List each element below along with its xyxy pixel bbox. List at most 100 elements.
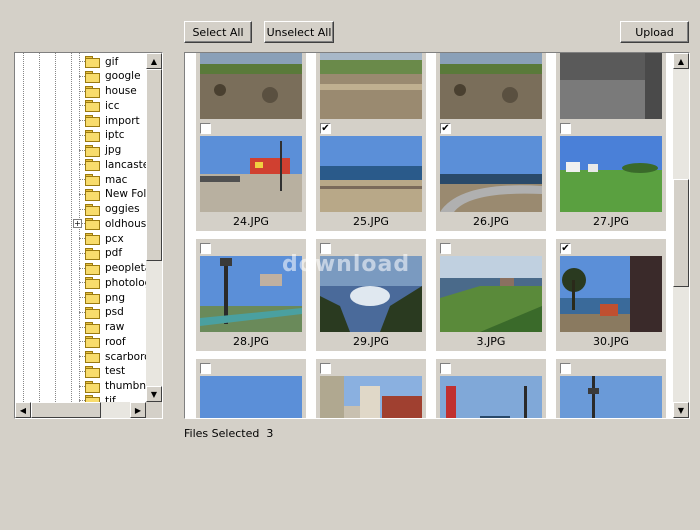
select-checkbox[interactable]: [200, 243, 211, 254]
upload-button[interactable]: Upload: [620, 21, 689, 43]
select-checkbox[interactable]: [560, 363, 571, 374]
select-checkbox[interactable]: [200, 363, 211, 374]
photo-thumbnail[interactable]: [320, 376, 422, 418]
folder-icon: [85, 247, 100, 260]
tree-folder-item[interactable]: thumbnai: [79, 379, 146, 394]
photo-thumbnail[interactable]: [440, 136, 542, 212]
tree-folder-item[interactable]: psd: [79, 305, 124, 320]
tree-scroll-left-button[interactable]: ◀: [15, 402, 31, 418]
select-checkbox[interactable]: [200, 123, 211, 134]
file-name-label: 25.JPG: [353, 215, 389, 228]
tree-folder-item[interactable]: import: [79, 113, 140, 128]
thumbnail-cell[interactable]: [436, 359, 546, 418]
tree-folder-item[interactable]: roof: [79, 334, 126, 349]
tree-folder-label: oggies: [105, 203, 140, 215]
photo-thumbnail[interactable]: [440, 256, 542, 332]
tree-folder-item[interactable]: mac: [79, 172, 128, 187]
grid-vscroll-thumb[interactable]: [673, 179, 689, 287]
tree-folder-item[interactable]: tif: [79, 393, 116, 402]
select-checkbox[interactable]: ✔: [560, 243, 571, 254]
tree-folder-label: test: [105, 365, 126, 378]
folder-icon: [85, 262, 100, 275]
photo-thumbnail[interactable]: [560, 256, 662, 332]
file-name-label: 27.JPG: [593, 215, 629, 228]
folder-icon: [85, 129, 100, 142]
thumbnail-cell[interactable]: 3.JPG: [436, 239, 546, 351]
select-checkbox[interactable]: [440, 243, 451, 254]
photo-thumbnail[interactable]: [440, 53, 542, 126]
tree-folder-label: photolog: [105, 276, 146, 289]
tree-guide-line: [71, 53, 72, 402]
photo-thumbnail[interactable]: [560, 376, 662, 418]
photo-thumbnail[interactable]: [200, 53, 302, 126]
expand-icon[interactable]: +: [73, 219, 82, 229]
tree-folder-item[interactable]: icc: [79, 98, 120, 113]
tree-scroll-right-button[interactable]: ▶: [130, 402, 146, 418]
select-checkbox[interactable]: [440, 363, 451, 374]
folder-icon: [85, 159, 100, 172]
grid-scroll-up-button[interactable]: ▲: [673, 53, 689, 69]
tree-folder-item[interactable]: lancaster: [79, 157, 146, 172]
photo-thumbnail[interactable]: [320, 53, 422, 126]
folder-icon: [85, 203, 100, 216]
tree-folder-label: mac: [105, 173, 128, 186]
thumbnail-cell[interactable]: 27.JPG: [556, 119, 666, 231]
select-checkbox[interactable]: [560, 123, 571, 134]
tree-folder-item[interactable]: gif: [79, 54, 118, 69]
select-checkbox[interactable]: ✔: [440, 123, 451, 134]
tree-folder-item[interactable]: peopletag: [79, 261, 146, 276]
thumbnail-cell[interactable]: ✔ 25.JPG: [316, 119, 426, 231]
thumbnail-cell[interactable]: ✔ 30.JPG: [556, 239, 666, 351]
grid-scroll-down-button[interactable]: ▼: [673, 402, 689, 418]
tree-scroll-up-button[interactable]: ▲: [146, 53, 162, 69]
file-name-label: 30.JPG: [593, 335, 629, 348]
tree-folder-label: png: [105, 291, 125, 304]
thumbnail-cell[interactable]: [196, 359, 306, 418]
photo-thumbnail[interactable]: [560, 136, 662, 212]
tree-guide-line: [55, 53, 56, 402]
tree-folder-item[interactable]: pdf: [79, 246, 122, 261]
thumbnail-grid-list: 20.JPG21.JPG22.JPG23.JPG24.JPG✔25.JPG✔26…: [185, 53, 673, 418]
tree-folder-item[interactable]: test: [79, 364, 126, 379]
photo-thumbnail[interactable]: [200, 376, 302, 418]
tree-folder-item[interactable]: iptc: [79, 128, 124, 143]
tree-folder-label: icc: [105, 99, 120, 112]
select-checkbox[interactable]: ✔: [320, 123, 331, 134]
tree-folder-label: import: [105, 114, 140, 127]
tree-folder-item[interactable]: New Fold: [79, 187, 146, 202]
file-name-label: 26.JPG: [473, 215, 509, 228]
tree-folder-item[interactable]: jpg: [79, 143, 121, 158]
thumbnail-cell[interactable]: ✔ 26.JPG: [436, 119, 546, 231]
tree-folder-label: roof: [105, 335, 126, 348]
tree-folder-item[interactable]: + oldhouse: [73, 216, 146, 231]
tree-folder-item[interactable]: oggies: [79, 202, 140, 217]
tree-vscroll-thumb[interactable]: [146, 69, 162, 261]
tree-scroll-down-button[interactable]: ▼: [146, 386, 162, 402]
photo-thumbnail[interactable]: [320, 136, 422, 212]
folder-icon: [85, 115, 100, 127]
select-all-button[interactable]: Select All: [184, 21, 252, 43]
photo-thumbnail[interactable]: [440, 376, 542, 418]
thumbnail-cell[interactable]: [316, 359, 426, 418]
tree-hscroll-thumb[interactable]: [31, 402, 101, 418]
select-checkbox[interactable]: [320, 363, 331, 374]
thumbnail-grid[interactable]: 20.JPG21.JPG22.JPG23.JPG24.JPG✔25.JPG✔26…: [184, 52, 690, 419]
tree-folder-label: psd: [105, 306, 124, 319]
unselect-all-button[interactable]: Unselect All: [264, 21, 334, 43]
tree-folder-item[interactable]: png: [79, 290, 125, 305]
folder-icon: [85, 336, 100, 349]
thumbnail-cell[interactable]: 24.JPG: [196, 119, 306, 231]
tree-folder-label: peopletag: [105, 262, 146, 274]
folder-icon: [85, 174, 100, 186]
tree-folder-item[interactable]: photolog: [79, 275, 146, 290]
photo-thumbnail[interactable]: [560, 53, 662, 126]
tree-guide-line: [39, 53, 40, 402]
tree-folder-item[interactable]: raw: [79, 320, 124, 335]
tree-folder-item[interactable]: scarborou: [79, 349, 146, 364]
folder-tree[interactable]: gif google house icc import iptc jpg lancaster m…: [14, 52, 163, 419]
photo-thumbnail[interactable]: [200, 136, 302, 212]
tree-folder-item[interactable]: pcx: [79, 231, 124, 246]
thumbnail-cell[interactable]: [556, 359, 666, 418]
tree-folder-item[interactable]: google: [79, 69, 141, 84]
tree-folder-item[interactable]: house: [79, 84, 137, 99]
